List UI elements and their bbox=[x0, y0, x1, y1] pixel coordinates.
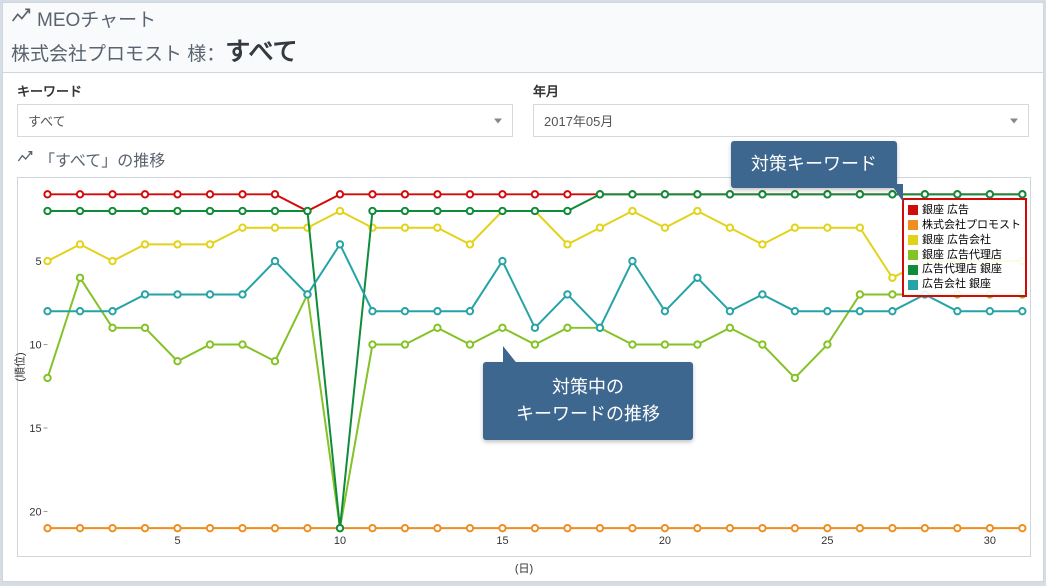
page-title: MEOチャート bbox=[37, 5, 156, 32]
svg-text:30: 30 bbox=[984, 535, 996, 547]
legend-swatch bbox=[908, 235, 918, 245]
x-axis-label: (日) bbox=[515, 560, 533, 576]
legend-label: 株式会社プロモスト bbox=[922, 218, 1021, 233]
keyword-filter: キーワード すべて bbox=[17, 81, 513, 137]
header: MEOチャート 株式会社プロモスト 様：すべて bbox=[3, 3, 1043, 73]
month-select[interactable]: 2017年05月 bbox=[533, 104, 1029, 137]
legend-item[interactable]: 広告代理店 銀座 bbox=[908, 262, 1021, 277]
legend-swatch bbox=[908, 250, 918, 260]
legend-swatch bbox=[908, 265, 918, 275]
legend-item[interactable]: 広告会社 銀座 bbox=[908, 277, 1021, 292]
legend-label: 広告代理店 銀座 bbox=[922, 262, 1002, 277]
chart-icon-small bbox=[17, 149, 33, 170]
svg-text:10: 10 bbox=[29, 340, 41, 352]
callout-trend: 対策中の キーワードの推移 bbox=[483, 362, 693, 440]
legend-item[interactable]: 銀座 広告会社 bbox=[908, 233, 1021, 248]
legend-swatch bbox=[908, 220, 918, 230]
callout-trend-line2: キーワードの推移 bbox=[501, 401, 675, 428]
legend-swatch bbox=[908, 280, 918, 290]
month-label: 年月 bbox=[533, 81, 1029, 100]
svg-text:15: 15 bbox=[29, 423, 41, 435]
legend-item[interactable]: 銀座 広告 bbox=[908, 203, 1021, 218]
callout-keyword: 対策キーワード bbox=[731, 141, 897, 188]
keyword-select-value: すべて bbox=[28, 114, 66, 129]
month-filter: 年月 2017年05月 bbox=[533, 81, 1029, 137]
legend-box: 銀座 広告株式会社プロモスト銀座 広告会社銀座 広告代理店広告代理店 銀座広告会… bbox=[902, 198, 1027, 297]
svg-text:20: 20 bbox=[29, 506, 41, 518]
callout-trend-line1: 対策中の bbox=[501, 374, 675, 401]
filter-row: キーワード すべて 年月 2017年05月 bbox=[3, 73, 1043, 147]
svg-text:10: 10 bbox=[334, 535, 346, 547]
legend-item[interactable]: 株式会社プロモスト bbox=[908, 218, 1021, 233]
chart-area: 5 10 15 20 5 10 15 20 25 30 銀座 広告株式会社プロモスト銀座 広告会社… bbox=[17, 177, 1031, 557]
legend-label: 銀座 広告代理店 bbox=[922, 248, 1002, 263]
chart-section: 「すべて」の推移 5 10 15 20 5 10 15 20 25 30 銀座 広告株式会社プロモ… bbox=[3, 147, 1043, 565]
selection-emphasis: すべて bbox=[225, 38, 297, 66]
chart-title-text: 「すべて」の推移 bbox=[39, 147, 165, 171]
keyword-select[interactable]: すべて bbox=[17, 104, 513, 137]
svg-text:5: 5 bbox=[35, 256, 41, 268]
svg-text:25: 25 bbox=[821, 535, 833, 547]
svg-text:20: 20 bbox=[659, 535, 671, 547]
y-axis-label: (順位) bbox=[12, 352, 28, 381]
month-select-value: 2017年05月 bbox=[544, 114, 613, 129]
company-name: 株式会社プロモスト 様： bbox=[11, 44, 225, 65]
svg-text:5: 5 bbox=[174, 535, 180, 547]
legend-label: 銀座 広告 bbox=[922, 203, 969, 218]
svg-text:15: 15 bbox=[496, 535, 508, 547]
keyword-label: キーワード bbox=[17, 81, 513, 100]
legend-item[interactable]: 銀座 広告代理店 bbox=[908, 248, 1021, 263]
legend-swatch bbox=[908, 205, 918, 215]
callout-keyword-text: 対策キーワード bbox=[751, 154, 877, 174]
app-panel: MEOチャート 株式会社プロモスト 様：すべて キーワード すべて 年月 201… bbox=[2, 2, 1044, 582]
legend-label: 広告会社 銀座 bbox=[922, 277, 991, 292]
legend-label: 銀座 広告会社 bbox=[922, 233, 991, 248]
chart-icon bbox=[11, 6, 31, 32]
